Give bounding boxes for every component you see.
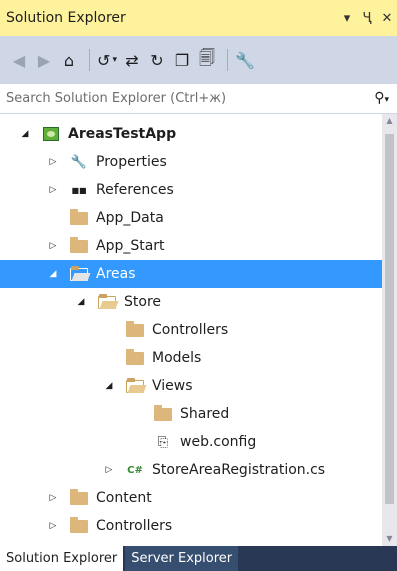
home-button[interactable]: ⌂ (58, 47, 80, 73)
tree-item-label: Views (152, 378, 193, 394)
tree-item-label: Models (152, 350, 202, 366)
tab-server-explorer[interactable]: Server Explorer (125, 546, 239, 571)
toolbar-separator (227, 49, 228, 71)
no-expander (102, 351, 116, 365)
show-all-files-icon: 🗐 (199, 47, 215, 67)
title-controls: ▾ Ҷ ✕ (337, 0, 397, 36)
tree-item-label: Content (96, 490, 152, 506)
properties-button[interactable]: 🔧 (234, 47, 256, 73)
search-icon[interactable]: ⚲▾ (374, 90, 389, 106)
tree-item-content[interactable]: ▷ Content (0, 484, 382, 512)
tree-item-app-start[interactable]: ▷ App_Start (0, 232, 382, 260)
folder-icon (68, 236, 90, 254)
folder-icon (152, 404, 174, 422)
wrench-icon: 🔧 (235, 50, 255, 70)
references-icon: ■■ (71, 185, 87, 195)
back-icon: ◀ (12, 50, 26, 70)
tree-item-areas[interactable]: ◢ Areas (0, 260, 382, 288)
scroll-down-icon[interactable]: ▼ (382, 532, 397, 546)
folder-icon (124, 348, 146, 366)
chevron-down-icon: ▾ (112, 55, 117, 65)
tree-item-label: StoreAreaRegistration.cs (152, 462, 326, 478)
sync-icon: ⇄ (125, 50, 139, 70)
collapse-arrow-icon[interactable]: ◢ (18, 127, 32, 141)
folder-icon (124, 320, 146, 338)
config-icon: ⎘ (157, 434, 169, 450)
collapse-arrow-icon[interactable]: ◢ (46, 267, 60, 281)
tree-item-storearearegistration-cs[interactable]: ▷ C# StoreAreaRegistration.cs (0, 456, 382, 484)
bottom-tab-strip: Solution Explorer Server Explorer (0, 546, 397, 571)
refresh-icon: ↻ (150, 50, 164, 70)
close-icon[interactable]: ✕ (377, 11, 397, 26)
collapse-arrow-icon[interactable]: ◢ (74, 295, 88, 309)
tree-item-label: Store (124, 294, 162, 310)
tree-item-label: Shared (180, 406, 230, 422)
tree-item-label: Controllers (96, 518, 173, 534)
toolbar: ◀ ▶ ⌂ ↺ ▾ ⇄ ↻ ❐ 🗐 🔧 (0, 36, 397, 84)
dropdown-icon[interactable]: ▾ (337, 11, 357, 26)
sync-button[interactable]: ⇄ (121, 47, 143, 73)
tree-item-label: App_Start (96, 238, 165, 254)
collapse-arrow-icon[interactable]: ◢ (102, 379, 116, 393)
toolbar-separator (89, 49, 90, 71)
wrench-icon: 🔧 (70, 154, 88, 170)
pending-changes-filter-button[interactable]: ↺ ▾ (96, 47, 118, 73)
scrollbar-thumb[interactable] (385, 134, 394, 504)
vertical-scrollbar[interactable]: ▲ ▼ (382, 114, 397, 546)
show-all-files-button[interactable]: 🗐 (196, 47, 218, 73)
no-expander (46, 211, 60, 225)
title-bar: Solution Explorer ▾ Ҷ ✕ (0, 0, 397, 36)
no-expander (130, 407, 144, 421)
no-expander (102, 323, 116, 337)
tree-item-properties[interactable]: ▷ 🔧 Properties (0, 148, 382, 176)
tree-item-label: App_Data (96, 210, 164, 226)
tree-item-web-config[interactable]: ⎘ web.config (0, 428, 382, 456)
window-title: Solution Explorer (6, 10, 126, 26)
tree-item-label: References (96, 182, 174, 198)
expand-arrow-icon[interactable]: ▷ (46, 519, 60, 533)
folder-icon (68, 488, 90, 506)
folder-open-icon (96, 293, 118, 310)
folder-open-icon (68, 265, 90, 282)
tree-item-references[interactable]: ▷ ■■ References (0, 176, 382, 204)
tree-item-label: AreasTestApp (68, 126, 177, 142)
no-expander (130, 435, 144, 449)
forward-icon: ▶ (37, 50, 51, 70)
folder-open-icon (124, 377, 146, 394)
tree-item-controllers[interactable]: Controllers (0, 316, 382, 344)
tree-item-areastestapp[interactable]: ◢ AreasTestApp (0, 120, 382, 148)
tree-item-label: Areas (96, 266, 136, 282)
expand-arrow-icon[interactable]: ▷ (46, 183, 60, 197)
expand-arrow-icon[interactable]: ▷ (46, 155, 60, 169)
folder-icon (68, 516, 90, 534)
tree-item-models[interactable]: Models (0, 344, 382, 372)
forward-button[interactable]: ▶ (33, 47, 55, 73)
scroll-up-icon[interactable]: ▲ (382, 114, 397, 128)
folder-icon (68, 208, 90, 226)
tree-item-views[interactable]: ◢ Views (0, 372, 382, 400)
refresh-button[interactable]: ↻ (146, 47, 168, 73)
solution-tree: ◢ AreasTestApp ▷ 🔧 Properties ▷ ■■ References Ap… (0, 114, 382, 546)
expand-arrow-icon[interactable]: ▷ (46, 239, 60, 253)
tree-item-controllers[interactable]: ▷ Controllers (0, 512, 382, 540)
tree-item-store[interactable]: ◢ Store (0, 288, 382, 316)
tree-item-label: Properties (96, 154, 167, 170)
project-icon (40, 126, 62, 142)
collapse-icon: ❐ (174, 50, 190, 70)
expand-arrow-icon[interactable]: ▷ (46, 491, 60, 505)
search-input[interactable] (6, 91, 346, 106)
home-icon: ⌂ (63, 50, 75, 70)
history-icon: ↺ (97, 50, 111, 70)
search-bar: ⚲▾ (0, 84, 397, 114)
tree-item-shared[interactable]: Shared (0, 400, 382, 428)
tab-solution-explorer[interactable]: Solution Explorer (0, 546, 124, 571)
tree-item-label: web.config (180, 434, 257, 450)
csharp-icon: C# (127, 464, 143, 476)
pin-icon[interactable]: Ҷ (357, 11, 377, 26)
tree-item-app-data[interactable]: App_Data (0, 204, 382, 232)
expand-arrow-icon[interactable]: ▷ (102, 463, 116, 477)
collapse-all-button[interactable]: ❐ (171, 47, 193, 73)
tree-item-label: Controllers (152, 322, 229, 338)
back-button[interactable]: ◀ (8, 47, 30, 73)
